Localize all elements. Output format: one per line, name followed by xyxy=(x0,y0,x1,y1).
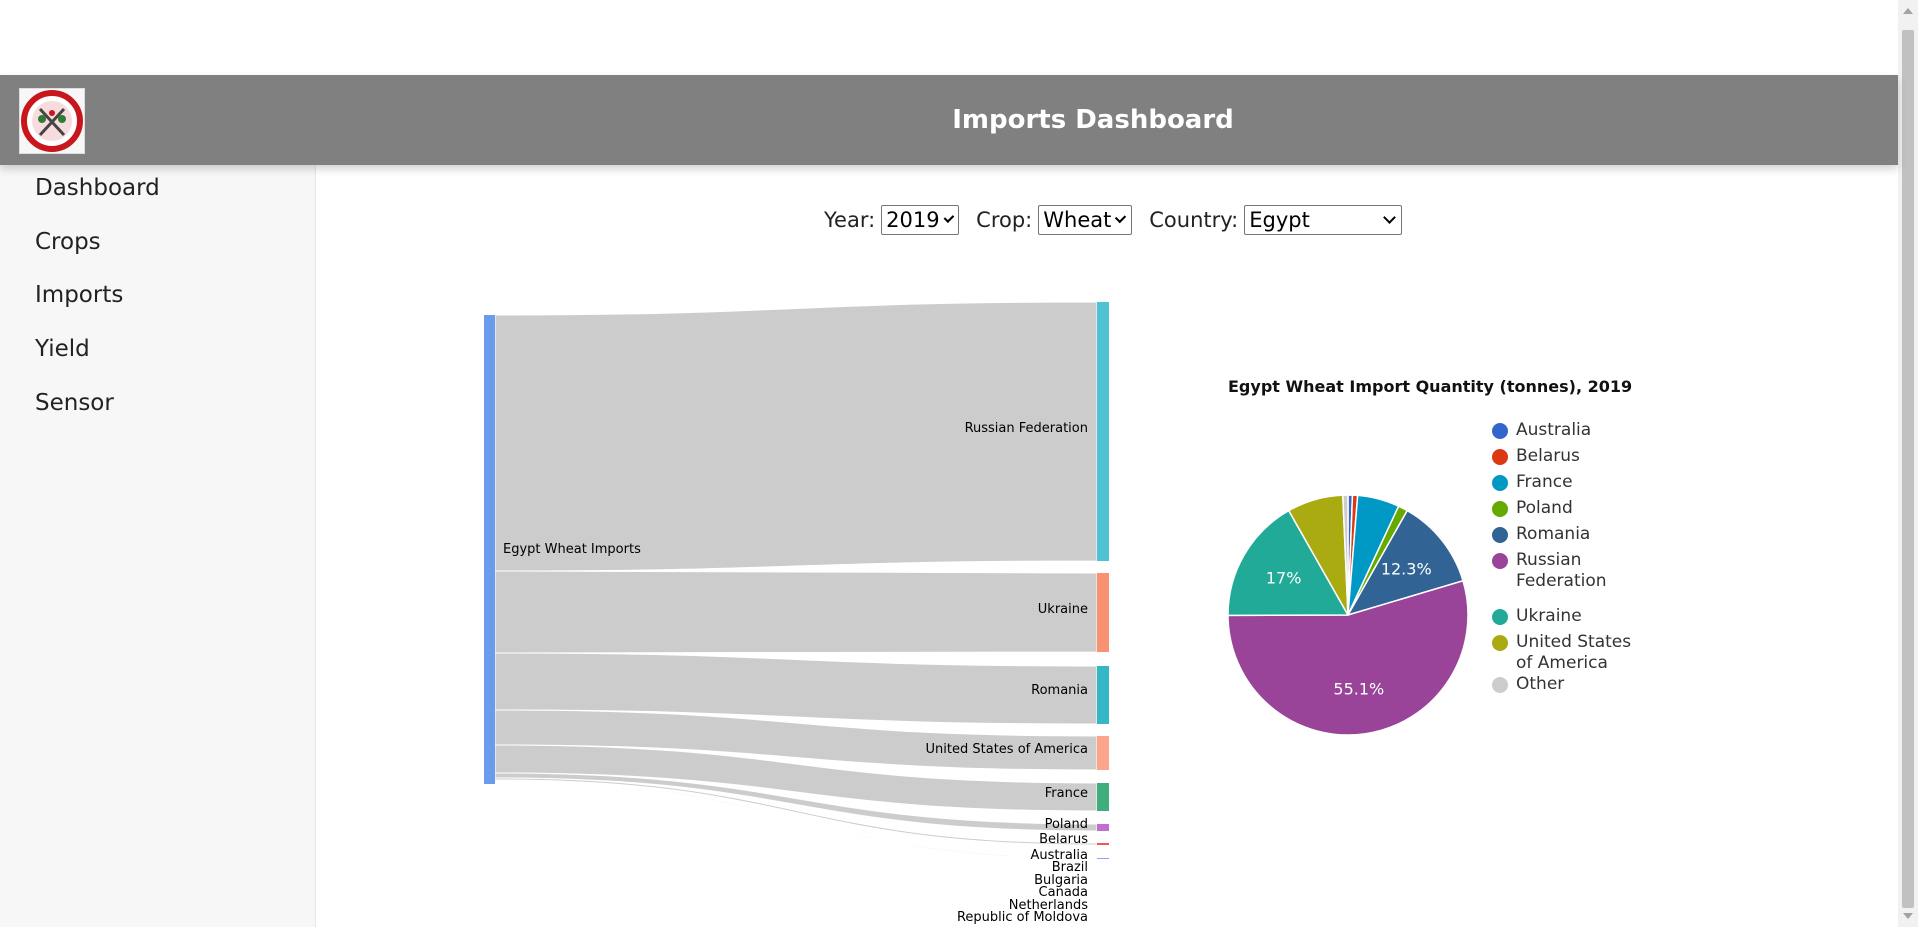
sankey-link-ukraine xyxy=(494,570,1098,654)
legend-label: France xyxy=(1516,472,1573,492)
legend-swatch xyxy=(1492,449,1508,465)
app-header: Imports Dashboard xyxy=(0,75,1898,165)
legend-label: Belarus xyxy=(1516,446,1580,466)
scroll-up-icon[interactable] xyxy=(1903,8,1913,14)
sankey-link-russian-federation xyxy=(494,301,1098,572)
sankey-source-node xyxy=(484,315,495,784)
legend-item[interactable]: Poland xyxy=(1492,498,1641,519)
legend-label: Australia xyxy=(1516,420,1592,440)
scroll-down-icon[interactable] xyxy=(1903,913,1913,919)
legend-label: Other xyxy=(1516,674,1565,694)
sankey-node-ukraine xyxy=(1097,573,1109,652)
page-title: Imports Dashboard xyxy=(952,105,1234,135)
sankey-node-poland xyxy=(1097,824,1109,831)
sankey-node-belarus xyxy=(1097,843,1109,845)
sankey-node-romania xyxy=(1097,666,1109,724)
sankey-node-russian-federation xyxy=(1097,302,1109,561)
legend-item[interactable]: Australia xyxy=(1492,420,1641,441)
legend-label: Ukraine xyxy=(1516,606,1582,626)
sankey-target-label: Republic of Moldova xyxy=(957,910,1088,925)
sankey-target-label: United States of America xyxy=(926,742,1088,757)
legend-label: Poland xyxy=(1516,498,1573,518)
legend-swatch xyxy=(1492,475,1508,491)
pie-chart-title: Egypt Wheat Import Quantity (tonnes), 20… xyxy=(1228,377,1633,396)
sankey-source-label: Egypt Wheat Imports xyxy=(503,542,641,557)
legend-label: Romania xyxy=(1516,524,1591,544)
sankey-target-label: Poland xyxy=(1045,817,1088,832)
legend-swatch xyxy=(1492,501,1508,517)
sankey-target-label: France xyxy=(1045,786,1088,801)
legend-swatch xyxy=(1492,677,1508,693)
legend-item[interactable]: United States of America xyxy=(1492,632,1641,674)
sankey-target-label: Russian Federation xyxy=(965,421,1088,436)
sankey-node-australia xyxy=(1097,858,1109,859)
sankey-target-label: Ukraine xyxy=(1038,602,1088,617)
legend-swatch xyxy=(1492,635,1508,651)
legend-item[interactable]: Romania xyxy=(1492,524,1641,545)
legend-swatch xyxy=(1492,527,1508,543)
sankey-node-france xyxy=(1097,783,1109,811)
sankey-target-label: Romania xyxy=(1031,683,1088,698)
legend-label: United States of America xyxy=(1516,632,1632,673)
sankey-node-united-states-of-america xyxy=(1097,736,1109,770)
legend-item[interactable]: Ukraine xyxy=(1492,606,1641,627)
legend-item[interactable]: Other xyxy=(1492,674,1641,695)
legend-label: Russian Federation xyxy=(1516,550,1607,591)
legend-swatch xyxy=(1492,609,1508,625)
legend-swatch xyxy=(1492,553,1508,569)
sankey-target-label: Belarus xyxy=(1039,832,1088,847)
legend-item[interactable]: Russian Federation xyxy=(1492,550,1641,592)
legend-item[interactable]: Belarus xyxy=(1492,446,1641,467)
legend-swatch xyxy=(1492,423,1508,439)
legend-item[interactable]: France xyxy=(1492,472,1641,493)
